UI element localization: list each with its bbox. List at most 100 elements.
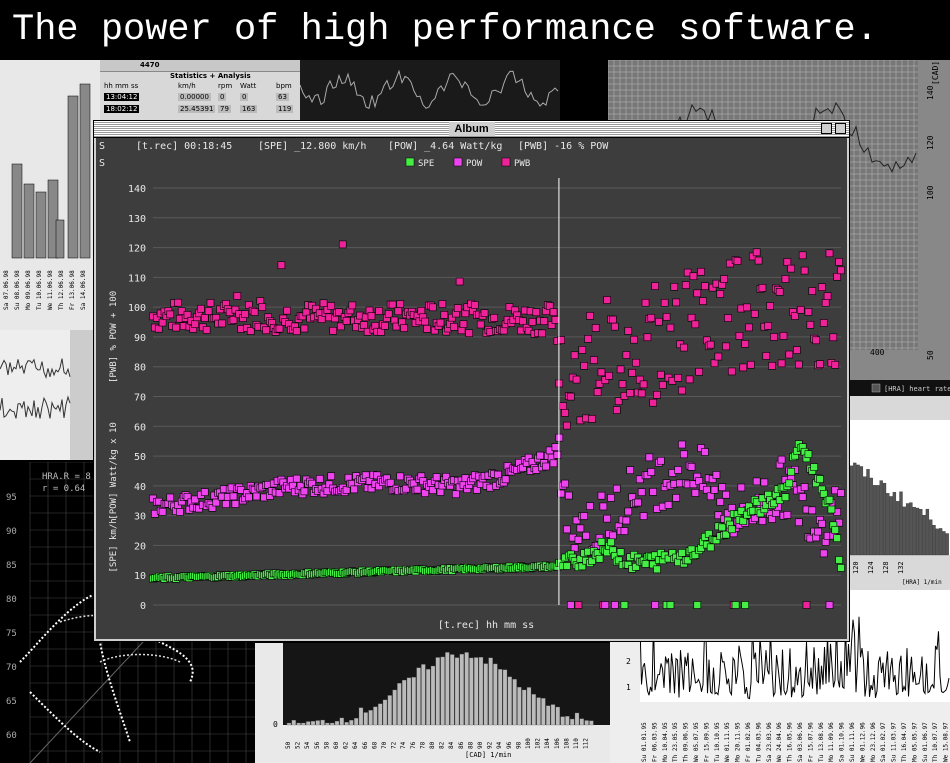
data-point-pwb bbox=[453, 304, 462, 312]
data-point-pow bbox=[565, 491, 573, 500]
data-point-pwb bbox=[388, 300, 397, 309]
data-point-pwb bbox=[754, 256, 763, 265]
spiky-label: We 01.11.95 bbox=[724, 722, 731, 762]
data-point-pwb bbox=[394, 307, 403, 316]
table-cell: 0.00000 bbox=[178, 93, 211, 101]
data-point-pwb bbox=[691, 320, 700, 329]
data-point-pwb bbox=[593, 388, 602, 396]
data-point-pwb bbox=[277, 261, 286, 270]
data-point-pwb bbox=[701, 282, 709, 290]
zoom-box-icon[interactable] bbox=[821, 123, 832, 134]
data-point-spe bbox=[563, 562, 571, 570]
data-point-pwb bbox=[762, 352, 771, 360]
data-point-pow bbox=[622, 516, 631, 525]
data-point-pwb bbox=[566, 392, 575, 401]
window-titlebar[interactable]: Album bbox=[94, 121, 849, 138]
scatter-tick: 90 bbox=[6, 527, 17, 537]
data-point-pwb bbox=[292, 327, 301, 335]
data-point-pwb bbox=[588, 415, 596, 423]
data-point-pwb bbox=[722, 342, 730, 351]
spiky-label: Fr 15.09.95 bbox=[703, 722, 710, 762]
data-point-pow bbox=[176, 508, 184, 516]
data-point-pwb bbox=[191, 320, 199, 328]
data-point-spe bbox=[739, 517, 748, 525]
spiky-label: We 24.04.96 bbox=[776, 722, 783, 762]
y-tick-label: 0 bbox=[140, 601, 146, 612]
day-label: Mo 09.06.98 bbox=[25, 270, 32, 310]
data-point-pwb bbox=[768, 362, 776, 370]
data-point-pwb bbox=[204, 307, 213, 315]
data-point-pwb bbox=[741, 340, 749, 348]
data-point-pow bbox=[722, 490, 730, 499]
data-point-pwb bbox=[450, 323, 458, 331]
y-tick-label: 50 bbox=[134, 452, 146, 463]
table-col-header: rpm bbox=[218, 82, 233, 90]
data-point-pwb bbox=[743, 303, 751, 312]
data-point-spe bbox=[727, 525, 736, 534]
data-point-pow bbox=[664, 501, 673, 509]
grid-bottom-1: 50 bbox=[926, 350, 935, 360]
data-point-pwb bbox=[727, 367, 736, 376]
data-point-pow bbox=[432, 473, 441, 481]
data-point-pwb bbox=[624, 327, 633, 335]
data-point-pwb bbox=[471, 301, 479, 309]
album-window[interactable]: Album S [t.rec] 00:18:45 [SPE] _12.800 k… bbox=[93, 120, 850, 642]
data-point-pow bbox=[570, 544, 579, 552]
hist-tick: 68 bbox=[371, 741, 378, 749]
data-point-pwb bbox=[764, 322, 772, 330]
hist-tick: 72 bbox=[391, 741, 398, 749]
spiky-label: Tu 04.03.96 bbox=[755, 722, 762, 762]
data-point-pow bbox=[599, 502, 608, 511]
data-point-pow bbox=[818, 519, 826, 528]
data-point-spe bbox=[787, 467, 795, 476]
chart-area: S [t.rec] 00:18:45 [SPE] _12.800 km/h [P… bbox=[96, 138, 847, 639]
data-point-pwb bbox=[793, 346, 801, 354]
hist-tick: 104 bbox=[544, 738, 551, 749]
data-point-pwb bbox=[641, 298, 650, 307]
spiky-label: Tu 10.10.95 bbox=[714, 722, 721, 762]
data-point-pwb bbox=[367, 312, 376, 320]
data-point-pow bbox=[158, 507, 167, 516]
data-point-pwb bbox=[618, 380, 627, 388]
data-point-pwb bbox=[200, 314, 209, 322]
data-point-pow bbox=[436, 488, 445, 496]
scatter-tick: 65 bbox=[6, 697, 17, 707]
data-point-pwb bbox=[720, 275, 728, 283]
data-point-pow bbox=[350, 485, 359, 494]
data-point-pwb bbox=[808, 287, 817, 295]
data-point-pwb bbox=[649, 398, 657, 407]
data-point-pwb bbox=[329, 326, 337, 335]
data-point-pwb bbox=[816, 360, 824, 368]
data-point-pwb bbox=[584, 335, 592, 343]
data-point-spe bbox=[706, 543, 715, 552]
spiky-label: We 01.12.96 bbox=[859, 722, 866, 762]
data-point-pwb bbox=[538, 329, 546, 338]
table-cell: 13:04:12 bbox=[104, 93, 140, 101]
data-point-pwb bbox=[766, 302, 774, 310]
data-point-pow bbox=[413, 485, 422, 494]
data-point-pwb bbox=[317, 315, 326, 323]
data-point-pwb bbox=[674, 374, 682, 382]
data-point-pwb bbox=[660, 299, 669, 307]
day-label: Th 12.06.98 bbox=[58, 270, 65, 310]
hist-tick: 96 bbox=[506, 741, 513, 749]
spiky-label: Tu 13.08.96 bbox=[818, 722, 825, 762]
collapse-box-icon[interactable] bbox=[835, 123, 846, 134]
data-point-pwb bbox=[421, 317, 429, 326]
hist-tick: 110 bbox=[573, 738, 580, 749]
table-cell: 163 bbox=[240, 105, 258, 113]
data-point-pow bbox=[566, 601, 575, 609]
hist-tick: 98 bbox=[515, 741, 522, 749]
data-point-pow bbox=[651, 601, 659, 609]
data-point-spe bbox=[827, 505, 836, 514]
data-point-pwb bbox=[206, 299, 215, 307]
data-point-pwb bbox=[626, 389, 634, 397]
data-point-pwb bbox=[666, 323, 675, 332]
data-point-pwb bbox=[770, 333, 778, 341]
data-point-spe bbox=[741, 601, 749, 609]
data-point-pwb bbox=[528, 318, 537, 326]
data-point-pwb bbox=[519, 317, 527, 326]
table-header: hh mm ss km/h rpm Watt bpm bbox=[100, 82, 300, 91]
data-point-pwb bbox=[586, 312, 594, 320]
data-point-pow bbox=[777, 455, 786, 464]
